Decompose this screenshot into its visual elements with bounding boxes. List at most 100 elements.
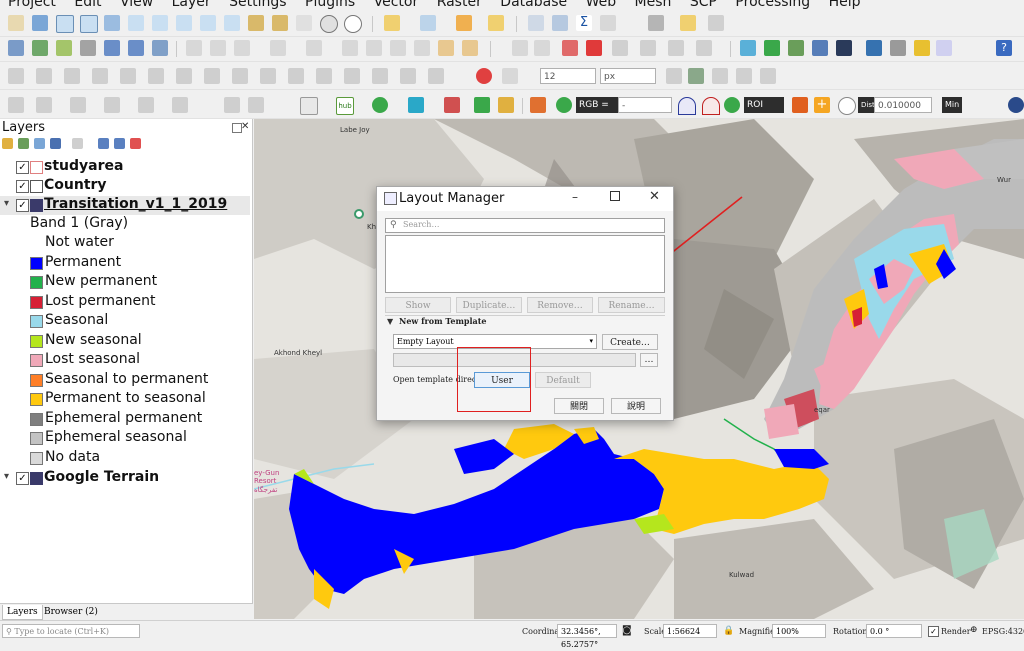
share-icon[interactable]: [372, 97, 388, 113]
curve-icon[interactable]: [666, 68, 682, 84]
play-icon[interactable]: [760, 68, 776, 84]
rectangle-icon[interactable]: [138, 97, 154, 113]
layers-copy-icon[interactable]: [408, 97, 424, 113]
layer-transitation[interactable]: ▾ ✓ Transitation_v1_1_2019: [0, 196, 250, 215]
help-button[interactable]: 說明: [611, 398, 661, 414]
new-map-view-icon[interactable]: [248, 15, 264, 31]
delete-part-icon[interactable]: [204, 68, 220, 84]
reshape-icon[interactable]: [232, 68, 248, 84]
layer-google-terrain[interactable]: ▾ ✓ Google Terrain: [0, 469, 250, 488]
remove-layer-icon[interactable]: [130, 138, 141, 149]
hub-icon[interactable]: hub: [336, 97, 354, 115]
font-size-field[interactable]: 12: [540, 68, 596, 84]
dist-field[interactable]: 0.010000: [874, 97, 932, 113]
close-panel-icon[interactable]: ✕: [241, 121, 249, 132]
deselect-icon[interactable]: [456, 15, 472, 31]
undo-icon[interactable]: [438, 40, 454, 56]
scp-signature-icon[interactable]: [444, 97, 460, 113]
split-icon[interactable]: [248, 97, 264, 113]
scale-field[interactable]: 1:56624: [663, 624, 717, 638]
scp-search-icon[interactable]: [556, 97, 572, 113]
regular-polygon-icon[interactable]: [70, 97, 86, 113]
layer-visibility-checkbox[interactable]: ✓: [16, 472, 29, 485]
move-label-icon[interactable]: [612, 40, 628, 56]
tab-browser[interactable]: Browser (2): [40, 605, 102, 619]
identify-icon[interactable]: [488, 15, 504, 31]
duplicate-button[interactable]: Duplicate…: [456, 297, 522, 313]
text-annotation-icon[interactable]: [708, 15, 724, 31]
layer-visibility-checkbox[interactable]: ✓: [16, 180, 29, 193]
zoom-layer-icon[interactable]: [152, 15, 168, 31]
measure-icon[interactable]: [600, 15, 616, 31]
identify-features-icon[interactable]: [528, 15, 544, 31]
tab-layers[interactable]: Layers: [2, 605, 43, 620]
zoom-selection-icon[interactable]: [128, 15, 144, 31]
reverse-line-icon[interactable]: [400, 68, 416, 84]
pin-labels-icon[interactable]: [534, 40, 550, 56]
layout-list[interactable]: [385, 235, 665, 293]
scp-classification-icon[interactable]: [812, 40, 828, 56]
edit-pencil-icon[interactable]: [186, 40, 202, 56]
shape-digitize-icon[interactable]: [8, 97, 24, 113]
expand-all-icon[interactable]: [98, 138, 109, 149]
zoom-last-icon[interactable]: [200, 15, 216, 31]
collapse-all-icon[interactable]: [114, 138, 125, 149]
add-delimited-layer-icon[interactable]: [80, 40, 96, 56]
advanced-digitizing-icon[interactable]: [8, 68, 24, 84]
font-unit-select[interactable]: px: [600, 68, 656, 84]
menu-view[interactable]: View: [120, 0, 153, 10]
merge-attributes-icon[interactable]: [344, 68, 360, 84]
paste-icon[interactable]: [414, 40, 430, 56]
zoom-out-icon[interactable]: [80, 15, 98, 33]
scp-band-set-icon[interactable]: [740, 40, 756, 56]
plugin-icon[interactable]: [914, 40, 930, 56]
scp-tools-icon[interactable]: [498, 97, 514, 113]
zoom-full-icon[interactable]: [104, 15, 120, 31]
create-button[interactable]: Create…: [602, 334, 658, 350]
processing-icon[interactable]: [890, 40, 906, 56]
cross-icon[interactable]: [712, 68, 728, 84]
add-wms-icon[interactable]: [152, 40, 168, 56]
menu-settings[interactable]: Settings: [229, 0, 286, 10]
filter-legend-icon[interactable]: [72, 138, 83, 149]
menu-vector[interactable]: Vector: [374, 0, 419, 10]
scp-roi-edit-icon[interactable]: [792, 97, 808, 113]
menu-project[interactable]: Project: [8, 0, 56, 10]
chevron-down-icon[interactable]: ▾: [4, 198, 9, 209]
redo-icon[interactable]: [462, 40, 478, 56]
rotate-point-icon[interactable]: [372, 68, 388, 84]
default-button[interactable]: Default: [535, 372, 591, 388]
magnifier-field[interactable]: 100%: [772, 624, 826, 638]
scp-sam-red-icon[interactable]: [702, 97, 720, 115]
style-icon[interactable]: [2, 138, 13, 149]
merge-features-icon[interactable]: [316, 68, 332, 84]
trim-extend-icon[interactable]: [428, 68, 444, 84]
select-value-icon[interactable]: [420, 15, 436, 31]
shape-icon[interactable]: [688, 68, 704, 84]
circle-icon[interactable]: [36, 97, 52, 113]
maximize-icon[interactable]: [610, 191, 620, 201]
split-features-icon[interactable]: [288, 68, 304, 84]
delete-selected-icon[interactable]: [342, 40, 358, 56]
data-source-manager-icon[interactable]: [8, 40, 24, 56]
zoom-in-icon[interactable]: [56, 15, 74, 33]
offset-curve-icon[interactable]: [260, 68, 276, 84]
cut-icon[interactable]: [366, 40, 382, 56]
scp-refresh-icon[interactable]: [838, 97, 856, 115]
scp-globe-icon[interactable]: [1008, 97, 1024, 113]
scp-roi-zoom-icon[interactable]: [724, 97, 740, 113]
close-button[interactable]: 關閉: [554, 398, 604, 414]
diagram-icon[interactable]: [696, 40, 712, 56]
scp-preview-icon[interactable]: [836, 40, 852, 56]
chevron-down-icon[interactable]: ▾: [4, 471, 9, 482]
crs-button[interactable]: EPSG:4326: [982, 627, 1024, 636]
annotation-icon[interactable]: [680, 15, 696, 31]
layer-visibility-checkbox[interactable]: ✓: [16, 199, 29, 212]
layer-country[interactable]: ✓ Country: [0, 177, 250, 196]
text-format-icon[interactable]: [502, 68, 518, 84]
help-icon[interactable]: ?: [996, 40, 1012, 56]
locate-input[interactable]: ⚲ Type to locate (Ctrl+K): [2, 624, 140, 638]
pan-icon[interactable]: [8, 15, 24, 31]
menu-raster[interactable]: Raster: [437, 0, 482, 10]
add-group-icon[interactable]: [18, 138, 29, 149]
